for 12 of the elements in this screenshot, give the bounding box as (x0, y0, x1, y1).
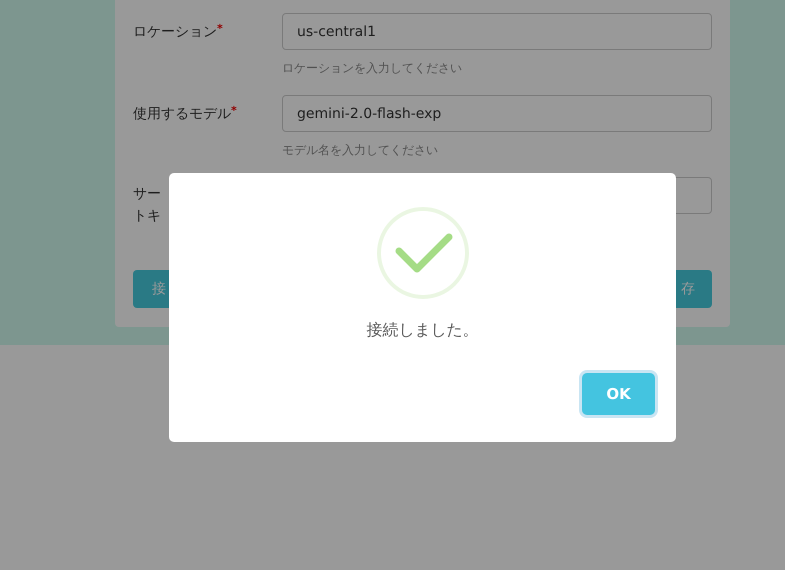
field-label: ロケーション (133, 22, 217, 42)
input-field[interactable]: gemini-2.0-flash-exp (282, 95, 712, 132)
input-field[interactable]: us-central1 (282, 13, 712, 50)
field-label: 使用するモデル (133, 104, 231, 124)
dialog-message: 接続しました。 (366, 320, 478, 341)
field-label: サー (133, 185, 161, 204)
required-asterisk: * (231, 104, 237, 118)
required-asterisk: * (217, 22, 223, 36)
field-hint: ロケーションを入力してください (282, 60, 463, 76)
field-hint: モデル名を入力してください (282, 142, 439, 158)
field-label: トキ (133, 207, 161, 226)
success-check-icon (376, 206, 470, 300)
